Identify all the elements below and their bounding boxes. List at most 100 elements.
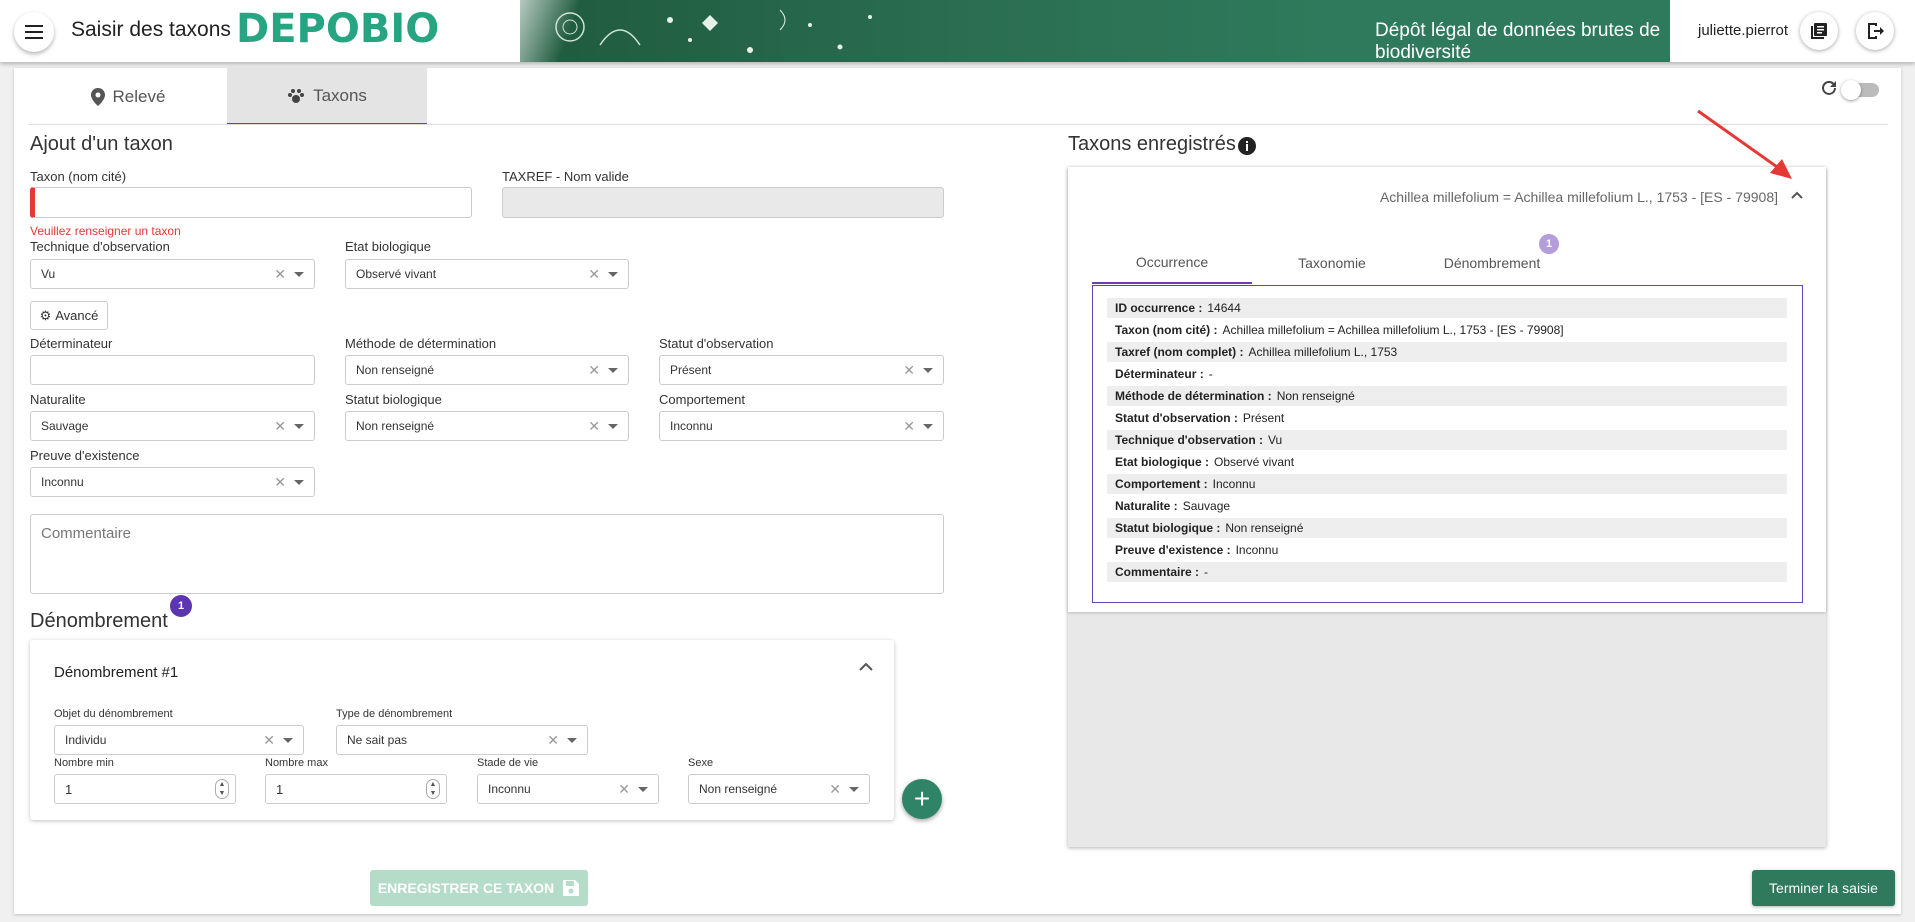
min-input[interactable]: 1 ▲ ▼ [54, 774, 236, 804]
max-value: 1 [276, 781, 284, 797]
etat-label: Etat biologique [345, 239, 432, 254]
determinateur-input[interactable] [30, 355, 315, 385]
tab-taxonomie[interactable]: Taxonomie [1252, 242, 1412, 284]
detail-row: Déterminateur :- [1115, 367, 1213, 381]
type-select[interactable]: Ne sait pas ✕ [336, 725, 588, 755]
preuve-value: Inconnu [41, 475, 84, 489]
taxref-label: TAXREF - Nom valide [502, 169, 629, 184]
detail-row: Statut biologique : Non renseigné [1107, 518, 1787, 538]
display-toggle[interactable] [1841, 80, 1879, 100]
tab-taxons[interactable]: Taxons [227, 68, 427, 125]
sexe-select[interactable]: Non renseigné ✕ [688, 774, 870, 804]
comportement-label: Comportement [659, 392, 745, 407]
plus-icon: + [913, 783, 931, 814]
clear-icon[interactable]: ✕ [829, 781, 841, 798]
denombrement-card-title: Dénombrement #1 [54, 664, 179, 681]
comment-placeholder: Commentaire [41, 525, 132, 542]
library-books-icon [1811, 23, 1827, 39]
save-taxon-button[interactable]: ENREGISTRER CE TAXON [370, 870, 588, 906]
statut-bio-select[interactable]: Non renseigné ✕ [345, 411, 629, 441]
menu-icon [25, 25, 43, 39]
add-taxon-title: Ajout d'un taxon [30, 133, 173, 155]
statut-obs-select[interactable]: Présent ✕ [659, 355, 944, 385]
detail-row: Technique d'observation : Vu [1107, 430, 1787, 450]
clear-icon[interactable]: ✕ [588, 266, 600, 283]
caret-down-icon [294, 271, 304, 277]
technique-select[interactable]: Vu ✕ [30, 259, 315, 289]
stade-value: Inconnu [488, 782, 531, 796]
min-value: 1 [65, 781, 73, 797]
statut-bio-label: Statut biologique [345, 392, 442, 407]
etat-select[interactable]: Observé vivant ✕ [345, 259, 629, 289]
menu-button[interactable] [14, 12, 54, 52]
biodiversity-decoration-icon [555, 9, 872, 53]
gear-icon: ⚙ [39, 307, 52, 323]
clear-icon[interactable]: ✕ [588, 362, 600, 379]
taxon-input[interactable] [30, 187, 472, 218]
detail-row: Commentaire :- [1107, 562, 1787, 582]
chevron-up-icon[interactable] [1791, 191, 1803, 199]
docs-button[interactable] [1800, 12, 1838, 50]
detail-row: Naturalite : Sauvage [1115, 499, 1231, 513]
advanced-label: Avancé [55, 308, 99, 323]
max-input[interactable]: 1 ▲ ▼ [265, 774, 447, 804]
clear-icon[interactable]: ✕ [274, 266, 286, 283]
registered-title: Taxons enregistrés [1068, 133, 1236, 155]
tab-taxons-label: Taxons [313, 85, 367, 105]
save-icon [563, 880, 580, 896]
preuve-label: Preuve d'existence [30, 448, 140, 463]
clear-icon[interactable]: ✕ [274, 418, 286, 435]
sexe-value: Non renseigné [699, 782, 778, 796]
statut-obs-value: Présent [670, 363, 712, 377]
clear-icon[interactable]: ✕ [588, 418, 600, 435]
spinner-icon[interactable]: ▲ ▼ [215, 779, 229, 799]
clear-icon[interactable]: ✕ [547, 732, 559, 749]
objet-select[interactable]: Individu ✕ [54, 725, 304, 755]
comment-textarea[interactable]: Commentaire [30, 514, 944, 594]
refresh-icon[interactable] [1819, 78, 1839, 98]
add-denombrement-button[interactable]: + [902, 779, 942, 819]
comportement-value: Inconnu [670, 419, 713, 433]
naturalite-value: Sauvage [41, 419, 89, 433]
preuve-select[interactable]: Inconnu ✕ [30, 467, 315, 497]
comportement-select[interactable]: Inconnu ✕ [659, 411, 944, 441]
clear-icon[interactable]: ✕ [903, 418, 915, 435]
min-label: Nombre min [54, 757, 114, 769]
caret-down-icon [923, 367, 933, 373]
naturalite-select[interactable]: Sauvage ✕ [30, 411, 315, 441]
tab-releve[interactable]: Relevé [28, 68, 228, 125]
header-banner: Dépôt légal de données brutes de biodive… [520, 0, 1670, 62]
clear-icon[interactable]: ✕ [274, 474, 286, 491]
clear-icon[interactable]: ✕ [263, 732, 275, 749]
info-icon[interactable] [1237, 136, 1257, 156]
caret-down-icon [638, 786, 648, 792]
occurrence-details: ID occurrence :14644 Taxon (nom cité) :A… [1092, 285, 1803, 603]
save-label: ENREGISTRER CE TAXON [377, 880, 555, 896]
max-label: Nombre max [265, 757, 328, 769]
technique-label: Technique d'observation [30, 239, 170, 254]
statut-obs-label: Statut d'observation [659, 336, 774, 351]
statut-bio-value: Non renseigné [356, 419, 435, 433]
detail-row: Etat biologique : Observé vivant [1115, 455, 1295, 469]
objet-label: Objet du dénombrement [54, 708, 173, 720]
clear-icon[interactable]: ✕ [618, 781, 630, 798]
denombrement-title: Dénombrement [30, 610, 168, 632]
taxon-error: Veuillez renseigner un taxon [30, 224, 181, 238]
stade-select[interactable]: Inconnu ✕ [477, 774, 659, 804]
technique-value: Vu [41, 267, 56, 281]
caret-down-icon [608, 367, 618, 373]
app-header: Dépôt légal de données brutes de biodive… [0, 0, 1915, 62]
caret-down-icon [294, 479, 304, 485]
clear-icon[interactable]: ✕ [903, 362, 915, 379]
detail-row: ID occurrence :14644 [1107, 298, 1787, 318]
chevron-up-icon[interactable] [859, 662, 873, 672]
advanced-button[interactable]: ⚙ Avancé [30, 301, 108, 330]
objet-value: Individu [65, 733, 107, 747]
spinner-icon[interactable]: ▲ ▼ [426, 779, 440, 799]
stade-label: Stade de vie [477, 757, 539, 769]
logout-button[interactable] [1856, 12, 1894, 50]
methode-select[interactable]: Non renseigné ✕ [345, 355, 629, 385]
registered-taxon-header[interactable]: Achillea millefolium = Achillea millefol… [1380, 189, 1778, 205]
finish-button[interactable]: Terminer la saisie [1752, 870, 1895, 906]
tab-occurrence[interactable]: Occurrence [1092, 242, 1252, 284]
